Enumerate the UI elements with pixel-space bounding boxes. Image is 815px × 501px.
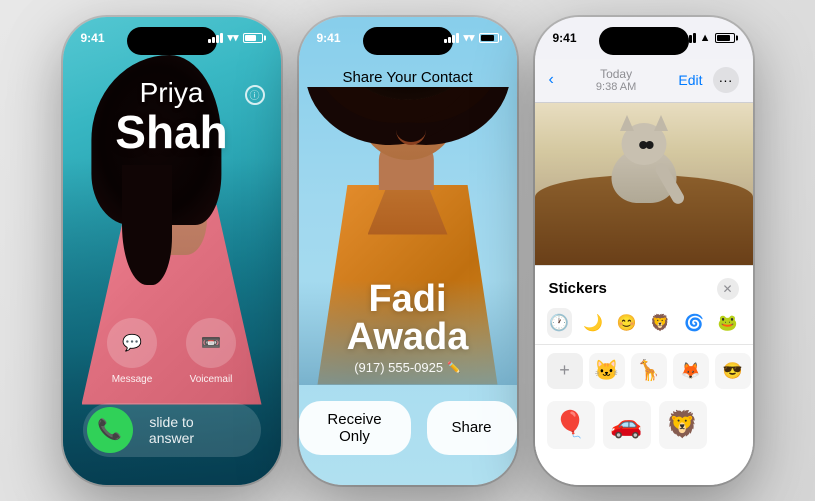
phone3-header-actions: Edit ··· <box>678 67 738 93</box>
phone1-time: 9:41 <box>81 31 105 45</box>
stickers-close-button[interactable]: ✕ <box>717 278 739 300</box>
voicemail-label: Voicemail <box>190 374 233 385</box>
sticker-tab-frog[interactable]: 🐸 <box>715 308 741 338</box>
phone1-call-actions: 💬 Message 📼 Voicemail <box>63 318 281 385</box>
phone3-time: 9:41 <box>553 31 577 45</box>
phone3-header-center: Today 9:38 AM <box>596 67 636 93</box>
stickers-header: Stickers ✕ <box>535 266 753 308</box>
voicemail-circle: 📼 <box>186 318 236 368</box>
sticker-tab-emoji[interactable]: 😊 <box>614 308 640 338</box>
phone1-voicemail-action[interactable]: 📼 Voicemail <box>186 318 236 385</box>
phone3-today-label: Today <box>600 67 632 81</box>
sticker-giraffe[interactable]: 🦒 <box>631 353 667 389</box>
phone3-edit-button[interactable]: Edit <box>678 72 702 88</box>
sticker-cat[interactable]: 🐱 <box>589 353 625 389</box>
phone3-signal-icon <box>681 33 696 43</box>
phone3-back-button[interactable]: ‹ <box>549 71 554 89</box>
phone2-contact-name: Fadi Awada <box>319 280 497 356</box>
stickers-grid-row1: + 🐱 🦒 🦊 😎 <box>535 345 753 397</box>
phone2-wifi-icon: ▾▾ <box>463 31 474 44</box>
phone1-wifi-icon: ▾▾ <box>227 31 238 44</box>
phone1-signal-icon <box>208 33 223 43</box>
phone1-battery-icon <box>243 33 263 43</box>
phone2-battery-icon <box>479 33 499 43</box>
phone2-name-line2: Awada <box>347 316 469 358</box>
stickers-grid-row2: 🎈 🚗 🦁 <box>535 397 753 453</box>
phone1-status-bar: 9:41 ▾▾ <box>63 31 281 45</box>
cat-photo <box>535 103 753 265</box>
phone1-slide-to-answer: 📞 slide to answer <box>83 403 261 457</box>
phone3-header-time: 9:38 AM <box>596 81 636 93</box>
answer-circle[interactable]: 📞 <box>87 407 133 453</box>
info-icon[interactable]: ⓘ <box>245 85 265 105</box>
sticker-tab-animal1[interactable]: 🦁 <box>648 308 674 338</box>
phone2-status-icons: ▾▾ <box>444 31 498 44</box>
phone2-name-line1: Fadi <box>368 278 446 320</box>
phone3-status-icons: ▲ <box>681 32 735 44</box>
phone2-status-bar: 9:41 ▾▾ <box>299 31 517 45</box>
sticker-tab-moon[interactable]: 🌙 <box>580 308 606 338</box>
sticker-lion[interactable]: 🦁 <box>659 401 707 449</box>
phone2-phone-edit-icon: ✏️ <box>447 361 461 374</box>
phone2-share-header: Share Your Contact <box>299 69 517 86</box>
sticker-car[interactable]: 🚗 <box>603 401 651 449</box>
sticker-item-5[interactable]: 😎 <box>715 353 751 389</box>
phone3-more-button[interactable]: ··· <box>713 67 739 93</box>
phone2-share-buttons: Receive Only Share <box>299 401 517 455</box>
close-icon: ✕ <box>722 282 732 296</box>
stickers-tabs: 🕐 🌙 😊 🦁 🌀 🐸 <box>535 308 753 345</box>
more-dots-icon: ··· <box>719 72 733 88</box>
phone2-signal-icon <box>444 33 459 43</box>
phone3-wifi-icon: ▲ <box>700 32 711 44</box>
back-chevron-icon: ‹ <box>549 71 554 89</box>
message-icon: 💬 <box>122 333 142 353</box>
phone1-message-action[interactable]: 💬 Message <box>107 318 157 385</box>
phone-call-icon: 📞 <box>97 417 122 442</box>
phone-1: 9:41 ▾▾ Priya Shah ⓘ 💬 Message <box>63 17 281 485</box>
phone2-time: 9:41 <box>317 31 341 45</box>
stickers-title: Stickers <box>549 280 607 297</box>
plus-icon: + <box>559 360 570 381</box>
phone3-chat-area <box>535 103 753 265</box>
voicemail-icon: 📼 <box>201 333 221 353</box>
phone1-caller-last: Shah <box>63 109 281 155</box>
phone3-battery-icon <box>715 33 735 43</box>
message-label: Message <box>112 374 153 385</box>
phone2-phone-number: (917) 555-0925 <box>354 360 443 375</box>
phone3-status-bar: 9:41 ▲ <box>535 31 753 45</box>
sticker-tab-recent[interactable]: 🕐 <box>547 308 573 338</box>
message-circle: 💬 <box>107 318 157 368</box>
phone3-messages-header: ‹ Today 9:38 AM Edit ··· <box>535 59 753 103</box>
sticker-add-button[interactable]: + <box>547 353 583 389</box>
sticker-balloon[interactable]: 🎈 <box>547 401 595 449</box>
sticker-item-4[interactable]: 🦊 <box>673 353 709 389</box>
phone-2: 9:41 ▾▾ Share Your Contact <box>299 17 517 485</box>
phone3-stickers-panel: Stickers ✕ 🕐 🌙 😊 🦁 🌀 🐸 + 🐱 🦒 🦊 😎 🎈 <box>535 265 753 485</box>
phone-3: 9:41 ▲ ‹ Today 9:38 AM Edit ··· <box>535 17 753 485</box>
share-button[interactable]: Share <box>427 401 517 455</box>
receive-only-button[interactable]: Receive Only <box>299 401 411 455</box>
phone1-status-icons: ▾▾ <box>208 31 262 44</box>
slide-text: slide to answer <box>133 414 257 446</box>
sticker-tab-swirl[interactable]: 🌀 <box>681 308 707 338</box>
phone2-contact-phone: (917) 555-0925 ✏️ <box>319 360 497 375</box>
phone2-contact-info: Fadi Awada (917) 555-0925 ✏️ <box>299 280 517 385</box>
